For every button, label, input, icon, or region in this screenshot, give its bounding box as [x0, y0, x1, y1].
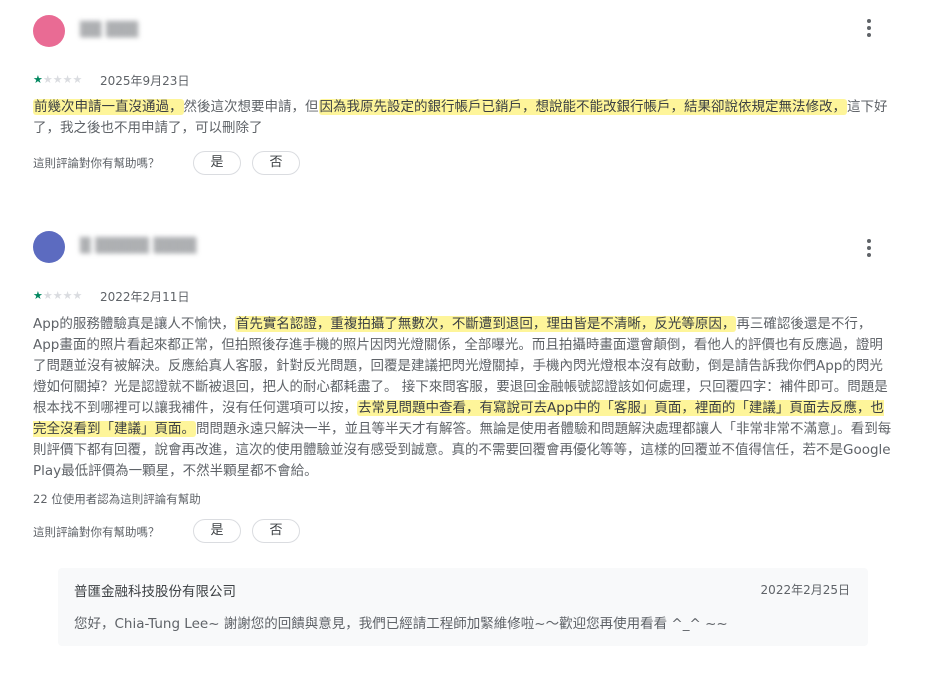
developer-reply: 普匯金融科技股份有限公司 2022年2月25日 您好，Chia-Tung Lee… [58, 568, 868, 646]
review-text: 前幾次申請一直沒通過，然後這次想要申請，但因為我原先設定的銀行帳戶已銷戶，想說能… [33, 99, 888, 136]
reply-date: 2022年2月25日 [760, 583, 850, 597]
helpful-no-button[interactable]: 否 [252, 519, 300, 543]
star-icon: ★ [62, 73, 73, 86]
helpful-yes-button[interactable]: 是 [193, 519, 241, 543]
helpful-yes-button[interactable]: 是 [193, 151, 241, 175]
more-options-button[interactable] [855, 233, 883, 261]
star-icon: ★ [42, 289, 53, 302]
star-icon: ★ [33, 289, 43, 302]
reply-text: 您好，Chia-Tung Lee~ 謝謝您的回饋與意見，我們已經請工程師加緊維修… [74, 616, 728, 632]
developer-name: 普匯金融科技股份有限公司 [74, 584, 236, 600]
star-icon: ★ [72, 73, 83, 86]
reviewer-name: ▒ ▒▒▒▒▒ ▒▒▒▒ [80, 238, 197, 254]
star-icon: ★ [52, 289, 63, 302]
highlighted-text: 前幾次申請一直沒通過， [33, 99, 184, 115]
more-options-button[interactable] [855, 17, 883, 45]
more-vert-icon [867, 19, 871, 23]
review-date: 2022年2月11日 [100, 290, 190, 304]
highlighted-text: 因為我原先設定的銀行帳戶已銷戶，想說能不能改銀行帳戶，結果卻說依規定無法修改， [318, 99, 847, 115]
star-icon: ★ [62, 289, 73, 302]
star-icon: ★ [42, 73, 53, 86]
review-text: App的服務體驗真是讓人不愉快，首先實名認證，重複拍攝了無數次，不斷遭到退回，理… [33, 316, 892, 479]
helpful-count: 22 位使用者認為這則評論有幫助 [33, 492, 201, 506]
star-icon: ★ [52, 73, 63, 86]
star-rating: ★★★★★ [33, 74, 82, 86]
review-date: 2025年9月23日 [100, 74, 190, 88]
star-rating: ★★★★★ [33, 290, 82, 302]
reviewer-name: ▒▒ ▒▒▒ [80, 22, 139, 38]
star-icon: ★ [33, 73, 43, 86]
helpful-question: 這則評論對你有幫助嗎？ [33, 525, 160, 539]
more-vert-icon [867, 239, 871, 243]
helpful-question: 這則評論對你有幫助嗎？ [33, 156, 160, 170]
highlighted-text: 首先實名認證，重複拍攝了無數次，不斷遭到退回，理由皆是不清晰，反光等原因， [234, 316, 737, 332]
helpful-no-button[interactable]: 否 [252, 151, 300, 175]
avatar [33, 231, 65, 263]
avatar [33, 15, 65, 47]
star-icon: ★ [72, 289, 83, 302]
